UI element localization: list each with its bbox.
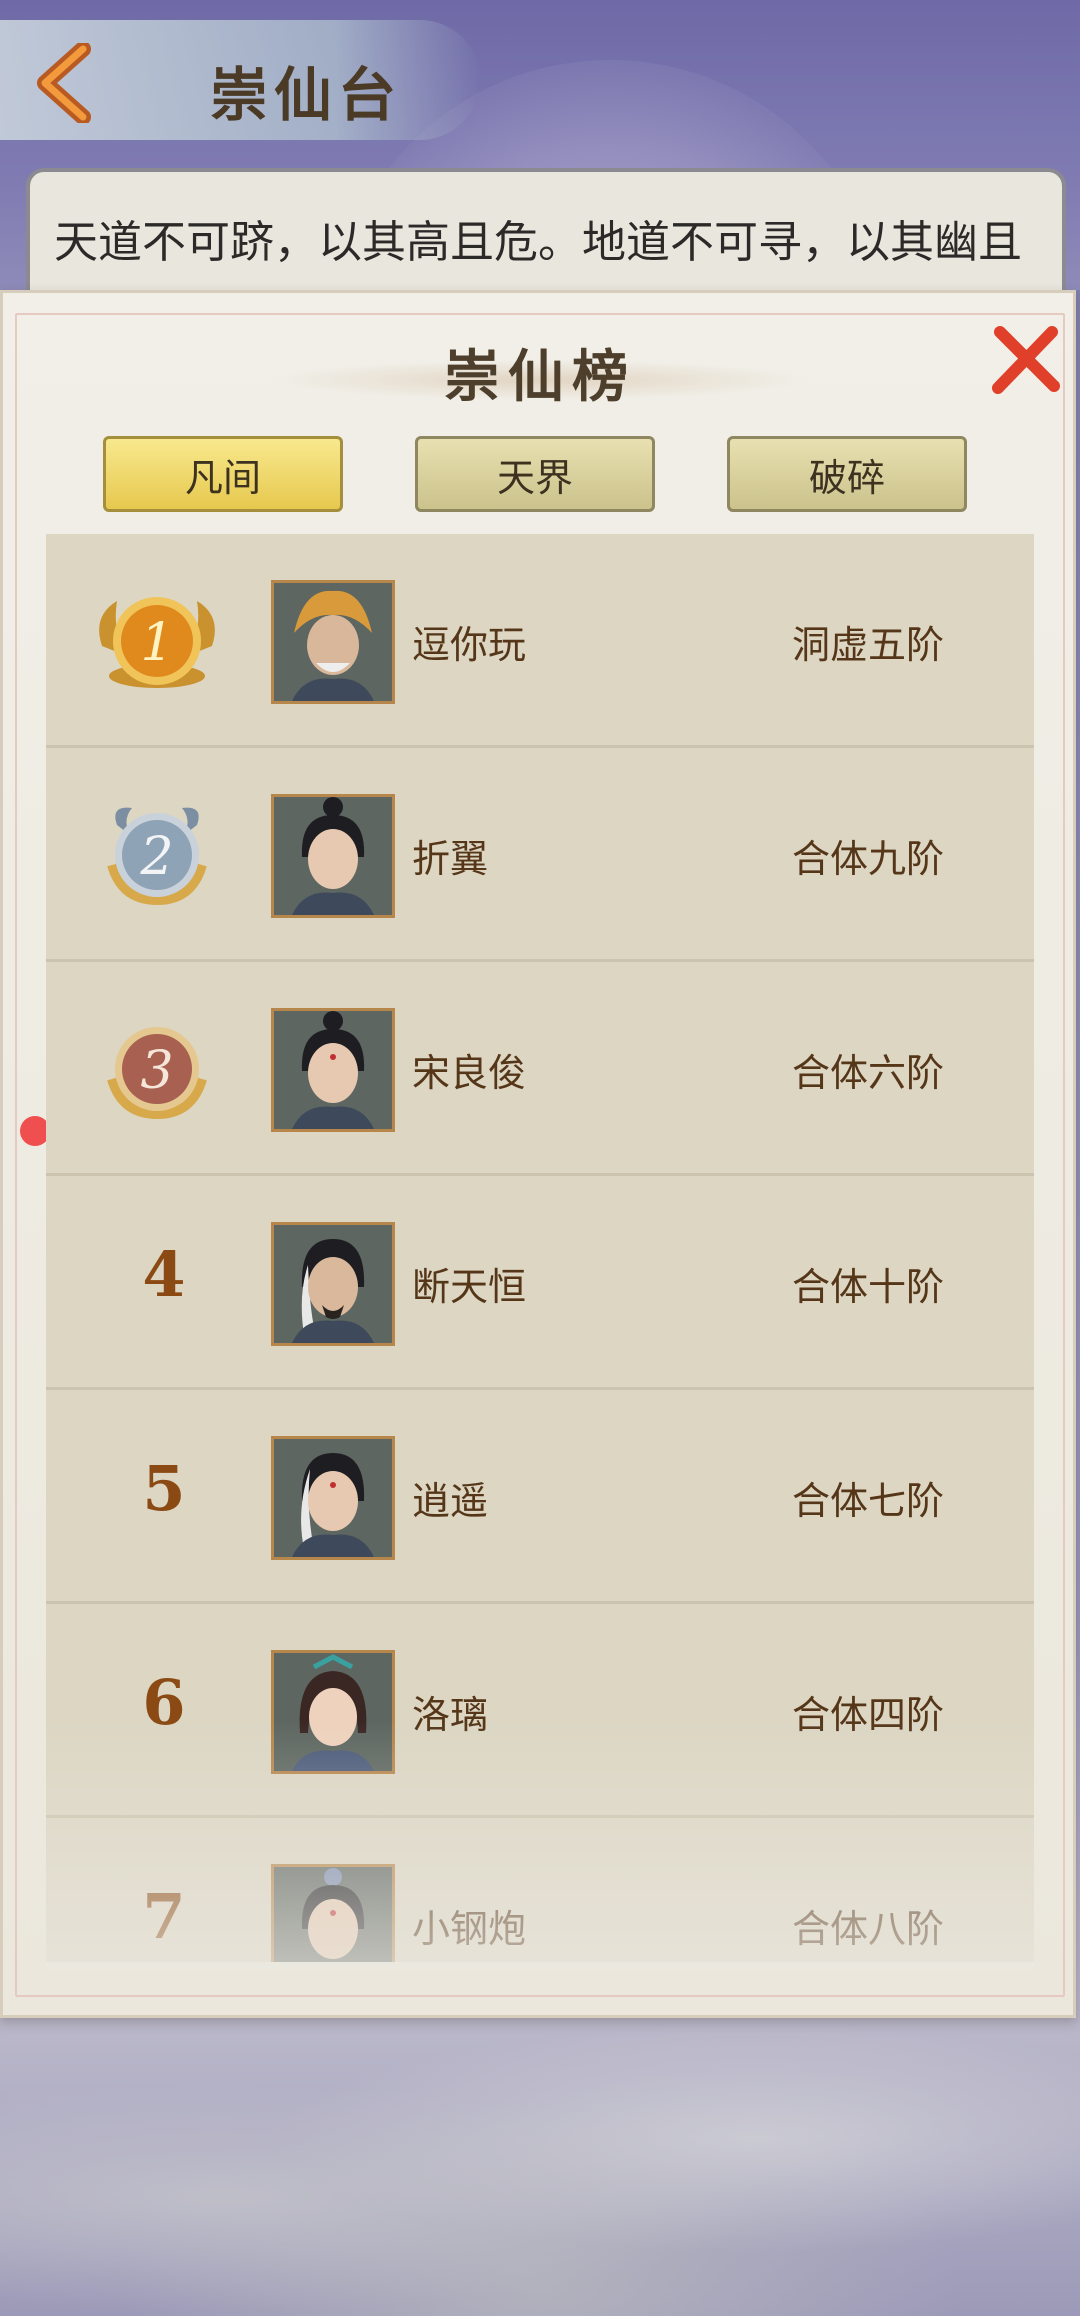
ranking-row[interactable]: 5 逍遥 合体七阶: [46, 1390, 1034, 1604]
intro-text: 天道不可跻，以其高且危。地道不可寻，以其幽且: [54, 217, 1022, 268]
ranking-list[interactable]: 1 逗你玩 洞虚五阶 2 折翼 合体九阶 3 宋良俊 合体六阶 4 断天恒 合体…: [46, 534, 1034, 1962]
avatar[interactable]: [271, 1008, 395, 1132]
player-name: 洛璃: [412, 1693, 489, 1737]
rank-number: 6: [142, 1666, 186, 1739]
rank-number: 7: [142, 1880, 186, 1953]
avatar[interactable]: [271, 1864, 395, 1962]
player-realm: 合体四阶: [792, 1693, 945, 1737]
close-button[interactable]: [986, 320, 1066, 400]
avatar[interactable]: [271, 580, 395, 704]
ranking-row[interactable]: 4 断天恒 合体十阶: [46, 1176, 1034, 1390]
character-portrait-icon: [274, 1653, 392, 1771]
tab-shattered[interactable]: 破碎: [727, 436, 967, 512]
page-title: 崇仙台: [210, 61, 403, 129]
gold-medal-icon: 1: [99, 597, 215, 688]
character-portrait-icon: [274, 1011, 392, 1129]
player-realm: 合体七阶: [792, 1479, 945, 1523]
player-realm: 合体六阶: [792, 1051, 945, 1095]
back-button[interactable]: [26, 38, 106, 128]
player-realm: 洞虚五阶: [792, 623, 945, 667]
character-portrait-icon: [274, 583, 392, 701]
player-name: 折翼: [412, 837, 489, 881]
player-name: 断天恒: [412, 1265, 527, 1309]
svg-text:3: 3: [140, 1041, 173, 1101]
tab-heaven[interactable]: 天界: [415, 436, 655, 512]
player-name: 逗你玩: [412, 623, 527, 667]
player-realm: 合体九阶: [792, 837, 945, 881]
avatar[interactable]: [271, 1222, 395, 1346]
back-arrow-icon: [37, 43, 91, 123]
ranking-row[interactable]: 7 小钢炮 合体八阶: [46, 1818, 1034, 1962]
character-portrait-icon: [274, 797, 392, 915]
character-portrait-icon: [274, 1867, 392, 1962]
rank-number: 5: [142, 1452, 186, 1525]
ranking-row[interactable]: 6 洛璃 合体四阶: [46, 1604, 1034, 1818]
bronze-medal-icon: 3: [107, 1027, 207, 1120]
avatar[interactable]: [271, 1650, 395, 1774]
player-realm: 合体十阶: [792, 1265, 945, 1309]
player-realm: 合体八阶: [792, 1907, 945, 1951]
close-icon: [992, 326, 1060, 394]
character-portrait-icon: [274, 1225, 392, 1343]
ranking-row[interactable]: 1 逗你玩 洞虚五阶: [46, 534, 1034, 748]
rank-number: 4: [142, 1238, 186, 1311]
panel-title: 崇仙榜: [444, 344, 636, 410]
tab-mortal[interactable]: 凡间: [103, 436, 343, 512]
svg-text:2: 2: [139, 827, 173, 887]
ranking-row[interactable]: 2 折翼 合体九阶: [46, 748, 1034, 962]
player-name: 小钢炮: [412, 1907, 527, 1951]
silver-medal-icon: 2: [107, 807, 207, 906]
svg-text:1: 1: [140, 613, 173, 673]
ranking-row[interactable]: 3 宋良俊 合体六阶: [46, 962, 1034, 1176]
character-portrait-icon: [274, 1439, 392, 1557]
avatar[interactable]: [271, 794, 395, 918]
player-name: 逍遥: [412, 1479, 489, 1523]
avatar[interactable]: [271, 1436, 395, 1560]
cloud-background: [0, 2020, 1080, 2316]
player-name: 宋良俊: [412, 1051, 527, 1095]
